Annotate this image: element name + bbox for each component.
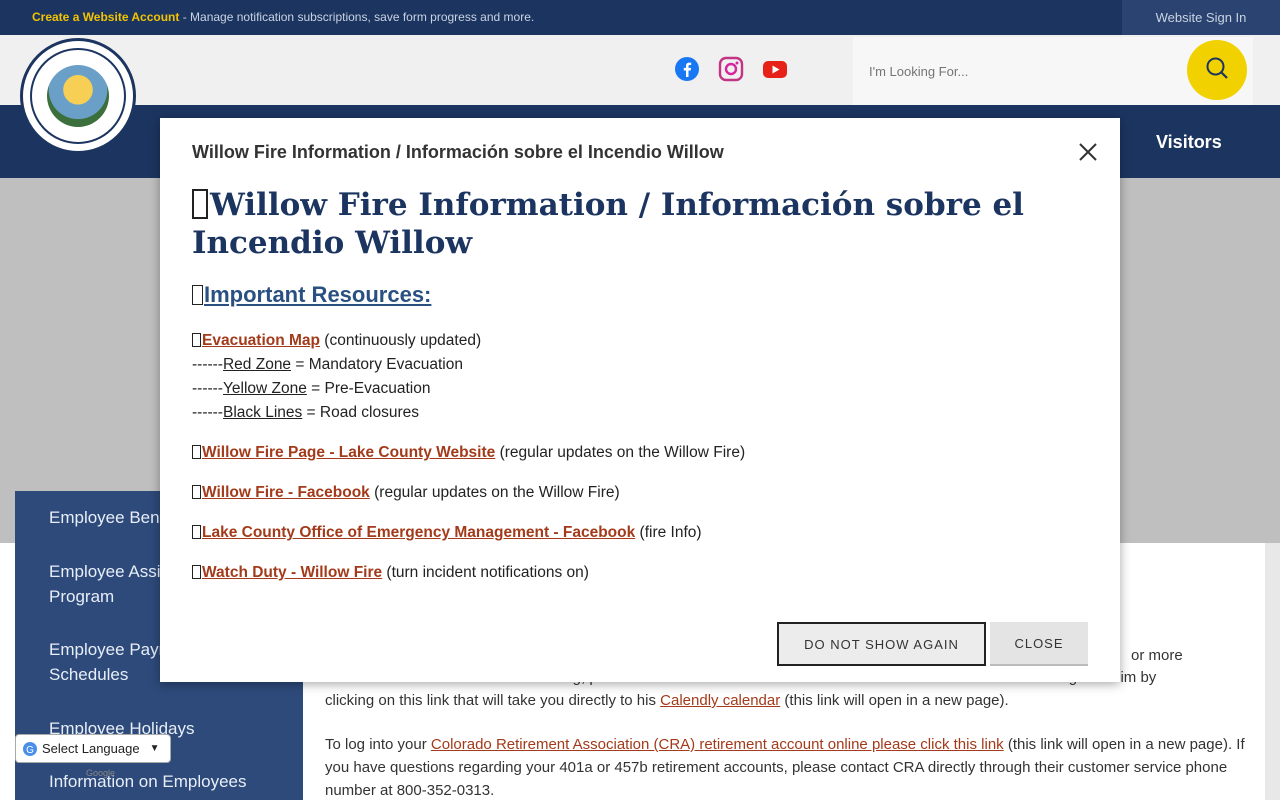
red-zone-label: Red Zone bbox=[222, 356, 292, 373]
search-input[interactable] bbox=[853, 37, 1183, 105]
google-powered-label: Google bbox=[86, 768, 116, 778]
missing-glyph-icon bbox=[192, 333, 201, 347]
para2-text: To log into your bbox=[325, 736, 431, 753]
content-para2: To log into your Colorado Retirement Ass… bbox=[325, 733, 1245, 800]
red-zone-note: = Mandatory Evacuation bbox=[291, 356, 463, 373]
content-para1-tail: or more bbox=[1131, 647, 1183, 664]
calendly-link[interactable]: Calendly calendar bbox=[660, 692, 780, 709]
willow-fire-facebook-note: (regular updates on the Willow Fire) bbox=[369, 484, 620, 501]
willow-fire-page-line: Willow Fire Page - Lake County Website (… bbox=[192, 444, 745, 462]
missing-glyph-icon bbox=[192, 525, 201, 539]
oem-facebook-note: (fire Info) bbox=[635, 524, 702, 541]
search-button[interactable] bbox=[1187, 40, 1247, 100]
nav-item-visitors[interactable]: Visitors bbox=[1156, 132, 1222, 153]
watch-duty-link[interactable]: Watch Duty - Willow Fire bbox=[202, 564, 382, 581]
evacuation-map-note: (continuously updated) bbox=[320, 332, 482, 349]
globe-icon: G bbox=[22, 741, 38, 757]
right-gutter bbox=[1265, 543, 1280, 800]
oem-facebook-link[interactable]: Lake County Office of Emergency Manageme… bbox=[202, 524, 635, 541]
chevron-down-icon: ▼ bbox=[149, 743, 160, 754]
sidebar-item-employee-information[interactable]: Information on Employees bbox=[49, 769, 289, 794]
missing-glyph-icon bbox=[192, 445, 201, 459]
do-not-show-again-button[interactable]: DO NOT SHOW AGAIN bbox=[777, 622, 986, 666]
dash-prefix: ------ bbox=[192, 356, 223, 373]
missing-glyph-icon bbox=[192, 485, 201, 499]
content-para1-line3: clicking on this link that will take you… bbox=[325, 689, 1245, 712]
willow-fire-facebook-link[interactable]: Willow Fire - Facebook bbox=[202, 484, 370, 501]
seal-emblem bbox=[47, 65, 109, 127]
willow-fire-page-link[interactable]: Willow Fire Page - Lake County Website bbox=[202, 444, 495, 461]
lake-county-seal-logo[interactable] bbox=[20, 38, 136, 154]
missing-glyph-icon bbox=[192, 189, 208, 219]
language-select[interactable]: G Select Language ▼ bbox=[15, 734, 171, 763]
modal-title: Willow Fire Information / Información so… bbox=[192, 142, 724, 162]
account-description: - Manage notification subscriptions, sav… bbox=[179, 10, 535, 24]
missing-glyph-icon bbox=[192, 285, 203, 305]
close-icon[interactable] bbox=[1076, 140, 1100, 164]
modal-heading-text: Willow Fire Information / Información so… bbox=[192, 187, 1024, 261]
important-resources-text: Important Resources: bbox=[204, 282, 432, 307]
search-icon bbox=[1204, 55, 1230, 86]
seal-ring bbox=[30, 48, 126, 144]
para1-note: (this link will open in a new page). bbox=[780, 692, 1009, 709]
important-resources-heading: Important Resources: bbox=[192, 282, 431, 308]
yellow-zone-note: = Pre-Evacuation bbox=[306, 380, 431, 397]
willow-fire-facebook-line: Willow Fire - Facebook (regular updates … bbox=[192, 484, 620, 502]
top-bar: Create a Website Account - Manage notifi… bbox=[0, 0, 1280, 35]
svg-text:G: G bbox=[26, 745, 34, 756]
oem-facebook-line: Lake County Office of Emergency Manageme… bbox=[192, 524, 702, 542]
black-lines-note: = Road closures bbox=[302, 404, 419, 421]
evacuation-map-link[interactable]: Evacuation Map bbox=[202, 332, 320, 349]
website-sign-in-button[interactable]: Website Sign In bbox=[1122, 0, 1280, 35]
dash-prefix: ------ bbox=[192, 404, 223, 421]
account-promo: Create a Website Account - Manage notifi… bbox=[32, 10, 534, 24]
watch-duty-line: Watch Duty - Willow Fire (turn incident … bbox=[192, 564, 589, 582]
create-account-link[interactable]: Create a Website Account bbox=[32, 10, 179, 24]
facebook-icon[interactable] bbox=[674, 56, 700, 82]
dash-prefix: ------ bbox=[192, 380, 223, 397]
willow-fire-modal: Willow Fire Information / Información so… bbox=[160, 118, 1120, 682]
social-links bbox=[674, 56, 788, 82]
close-button[interactable]: CLOSE bbox=[990, 622, 1088, 666]
yellow-zone-label: Yellow Zone bbox=[222, 380, 307, 397]
black-lines-label: Black Lines bbox=[222, 404, 303, 421]
instagram-icon[interactable] bbox=[718, 56, 744, 82]
modal-heading: Willow Fire Information / Información so… bbox=[192, 186, 1082, 262]
red-zone-line: ------Red Zone = Mandatory Evacuation bbox=[192, 356, 463, 374]
youtube-icon[interactable] bbox=[762, 56, 788, 82]
cra-account-link[interactable]: Colorado Retirement Association (CRA) re… bbox=[431, 736, 1004, 753]
willow-fire-page-note: (regular updates on the Willow Fire) bbox=[495, 444, 746, 461]
missing-glyph-icon bbox=[192, 565, 201, 579]
yellow-zone-line: ------Yellow Zone = Pre-Evacuation bbox=[192, 380, 431, 398]
language-select-label: Select Language bbox=[42, 741, 140, 756]
black-lines-line: ------Black Lines = Road closures bbox=[192, 404, 419, 422]
para1-text: clicking on this link that will take you… bbox=[325, 692, 661, 709]
evacuation-map-line: Evacuation Map (continuously updated) bbox=[192, 332, 481, 350]
watch-duty-note: (turn incident notifications on) bbox=[382, 564, 589, 581]
